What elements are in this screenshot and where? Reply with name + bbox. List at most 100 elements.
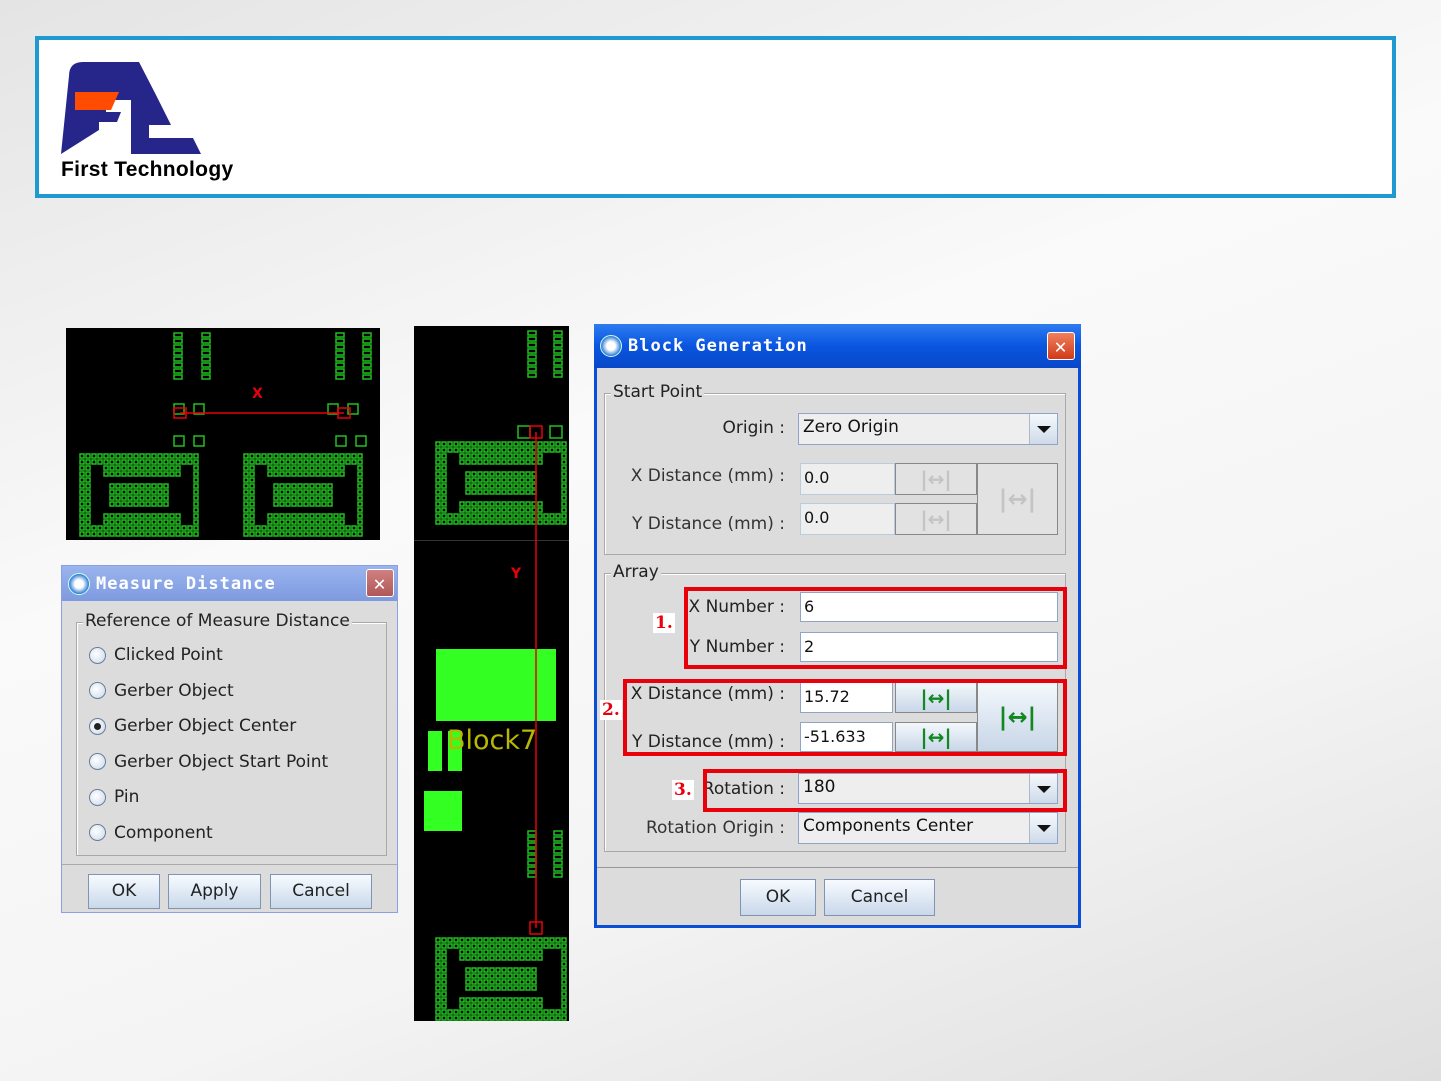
pcb-pad	[483, 501, 489, 507]
pcb-pad	[335, 356, 345, 362]
pcb-pad	[441, 471, 447, 477]
pcb-view-y-measure[interactable]: Y Block7	[414, 326, 569, 1021]
pcb-pad	[501, 519, 507, 525]
pcb-pad	[459, 943, 465, 949]
pcb-pad	[267, 519, 273, 525]
pcb-pad	[561, 447, 567, 453]
pcb-pad	[139, 459, 145, 465]
pcb-pad	[483, 979, 489, 985]
pcb-pad	[447, 441, 453, 447]
radio-option[interactable]: Pin	[89, 787, 139, 807]
pcb-pad	[501, 1015, 507, 1021]
pcb-pad	[561, 943, 567, 949]
pcb-pad	[79, 513, 85, 519]
radio-option[interactable]: Gerber Object Center	[89, 716, 296, 736]
pcb-pad	[525, 943, 531, 949]
ok-button[interactable]: OK	[740, 879, 816, 916]
pcb-pad	[193, 513, 199, 519]
pcb-pad	[109, 495, 115, 501]
pcb-pad	[477, 441, 483, 447]
pcb-pad	[561, 973, 567, 979]
pcb-pad	[85, 519, 91, 525]
pcb-pad	[513, 459, 519, 465]
pcb-pad	[249, 513, 255, 519]
close-button[interactable]: ✕	[1047, 332, 1075, 360]
pcb-view-x-measure[interactable]: X	[66, 328, 380, 540]
pcb-pad	[139, 471, 145, 477]
pcb-pad	[279, 501, 285, 507]
pcb-pad	[513, 483, 519, 489]
pcb-pad	[489, 1009, 495, 1015]
origin-select[interactable]: Zero Origin	[798, 413, 1058, 445]
pcb-pad	[309, 453, 315, 459]
pcb-pad	[435, 507, 441, 513]
pcb-pad	[561, 955, 567, 961]
pcb-pad	[507, 489, 513, 495]
radio-option[interactable]: Gerber Object	[89, 681, 234, 701]
pcb-pad	[79, 471, 85, 477]
pcb-pad	[357, 489, 363, 495]
pcb-pad	[489, 471, 495, 477]
pcb-pad	[513, 937, 519, 943]
pcb-pad	[297, 501, 303, 507]
pcb-pad	[483, 949, 489, 955]
pcb-pad	[489, 979, 495, 985]
apply-button[interactable]: Apply	[168, 874, 261, 909]
radio-option[interactable]: Component	[89, 823, 213, 843]
pcb-pad	[561, 961, 567, 967]
pcb-pad	[527, 872, 537, 878]
pcb-pad	[163, 483, 169, 489]
start-y-distance-input[interactable]: 0.0	[800, 503, 895, 535]
pcb-pad	[173, 374, 183, 380]
pcb-pad	[285, 459, 291, 465]
close-button[interactable]: ✕	[366, 569, 394, 597]
pcb-pad	[435, 985, 441, 991]
pcb-pad	[501, 513, 507, 519]
rotation-origin-select[interactable]: Components Center	[798, 812, 1058, 844]
start-x-distance-input[interactable]: 0.0	[800, 463, 895, 495]
pcb-pad	[435, 997, 441, 1003]
pcb-pad	[303, 459, 309, 465]
pcb-pad	[441, 979, 447, 985]
pcb-pad	[163, 519, 169, 525]
title-bar[interactable]: Block Generation ✕	[594, 324, 1081, 368]
pcb-pad	[127, 489, 133, 495]
pcb-pad	[133, 465, 139, 471]
pcb-pad	[483, 441, 489, 447]
pcb-pad	[121, 465, 127, 471]
radio-option[interactable]: Clicked Point	[89, 645, 223, 665]
measure-y-button[interactable]: |↔|	[895, 503, 977, 535]
pcb-pad	[243, 483, 249, 489]
pcb-pad	[501, 483, 507, 489]
pcb-pad	[441, 519, 447, 525]
pcb-pad	[327, 471, 333, 477]
pcb-pad	[477, 949, 483, 955]
pcb-pad	[121, 525, 127, 531]
pcb-pad	[327, 495, 333, 501]
pcb-pad	[477, 973, 483, 979]
ok-button[interactable]: OK	[88, 874, 160, 909]
cancel-button[interactable]: Cancel	[270, 874, 372, 909]
pcb-pad	[187, 459, 193, 465]
pcb-pad	[133, 453, 139, 459]
pcb-pad	[471, 441, 477, 447]
pcb-pad	[465, 1015, 471, 1021]
cancel-button[interactable]: Cancel	[824, 879, 935, 916]
measure-x-button[interactable]: |↔|	[895, 463, 977, 495]
pcb-pad	[335, 338, 345, 344]
pcb-pad	[477, 955, 483, 961]
pcb-graphics	[414, 330, 569, 1021]
pcb-pad	[335, 368, 345, 374]
pcb-pad	[309, 489, 315, 495]
pcb-pad	[151, 501, 157, 507]
pcb-pad	[495, 1015, 501, 1021]
pcb-pad	[447, 1015, 453, 1021]
title-bar[interactable]: Measure Distance ✕	[62, 566, 397, 601]
callout-number-1: 1.	[653, 613, 675, 633]
pcb-pad	[303, 501, 309, 507]
measure-xy-button[interactable]: |↔|	[977, 463, 1058, 535]
pcb-pad	[495, 507, 501, 513]
pcb-pad	[273, 465, 279, 471]
radio-option[interactable]: Gerber Object Start Point	[89, 752, 328, 772]
pcb-pad	[103, 531, 109, 537]
